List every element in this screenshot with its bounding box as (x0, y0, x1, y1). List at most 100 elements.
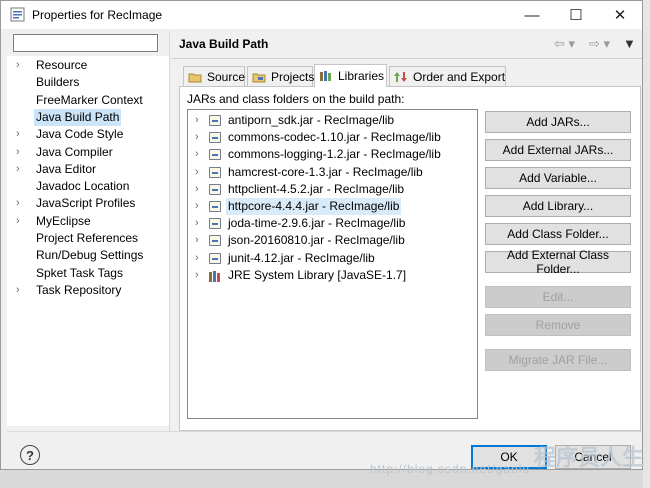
library-entry[interactable]: › commons-codec-1.10.jar - RecImage/lib (189, 129, 476, 146)
add-variable-button[interactable]: Add Variable... (485, 167, 631, 189)
nav-item[interactable]: › Java Editor (7, 161, 167, 178)
tab-libraries[interactable]: Libraries (314, 64, 387, 87)
jar-file-icon (209, 235, 221, 246)
menu-chevron-down-icon[interactable]: ▼ (623, 36, 636, 51)
nav-item[interactable]: Javadoc Location (7, 178, 167, 195)
chevron-right-icon[interactable]: › (195, 112, 199, 129)
add-library-button[interactable]: Add Library... (485, 195, 631, 217)
tab-source[interactable]: Source (183, 66, 245, 86)
nav-item-label: Java Compiler (36, 145, 113, 159)
nav-divider (169, 31, 170, 431)
nav-item[interactable]: › MyEclipse (7, 213, 167, 230)
library-entry[interactable]: › commons-logging-1.2.jar - RecImage/lib (189, 146, 476, 163)
nav-item[interactable]: › Task Repository (7, 282, 167, 299)
minimize-button[interactable]: — (510, 1, 554, 29)
library-entry[interactable]: › json-20160810.jar - RecImage/lib (189, 232, 476, 249)
filter-input[interactable] (13, 34, 158, 52)
jar-file-icon (209, 218, 221, 229)
nav-item[interactable]: Builders (7, 74, 167, 91)
jar-file-icon (209, 167, 221, 178)
nav-item-label: Java Code Style (36, 127, 124, 141)
nav-item[interactable]: › JavaScript Profiles (7, 195, 167, 212)
nav-item[interactable]: Spket Task Tags (7, 265, 167, 282)
maximize-icon: ☐ (569, 7, 583, 24)
chevron-right-icon[interactable]: › (195, 215, 199, 232)
library-entry-label: junit-4.12.jar - RecImage/lib (228, 251, 375, 265)
nav-item-label: Java Build Path (34, 109, 122, 126)
chevron-right-icon[interactable]: › (195, 267, 199, 284)
remove-button[interactable]: Remove (485, 314, 631, 336)
chevron-right-icon[interactable]: › (195, 232, 199, 249)
help-icon[interactable]: ? (20, 445, 40, 465)
footer-separator (7, 431, 642, 432)
source-folder-icon (188, 71, 202, 83)
background-window-edge (643, 0, 650, 488)
library-entry-label: httpcore-4.4.4.jar - RecImage/lib (226, 198, 402, 215)
watermark-site: 程序员人生 (534, 445, 645, 470)
tab-label: Libraries (338, 69, 385, 83)
chevron-right-icon[interactable]: › (16, 126, 26, 143)
nav-item[interactable]: Run/Debug Settings (7, 247, 167, 264)
library-entry[interactable]: › JRE System Library [JavaSE-1.7] (189, 267, 476, 284)
add-jars-button[interactable]: Add JARs... (485, 111, 631, 133)
title-bar: Properties for RecImage — ☐ ✕ (1, 1, 642, 29)
nav-item[interactable]: Java Build Path (7, 109, 167, 126)
back-icon[interactable]: ⇦ ▾ (554, 36, 575, 52)
library-tree[interactable]: › antiporn_sdk.jar - RecImage/lib › commons… (187, 109, 478, 419)
nav-item-label: Javadoc Location (36, 179, 130, 193)
nav-item-label: Project References (36, 231, 139, 245)
nav-item[interactable]: › Java Compiler (7, 144, 167, 161)
window-title: Properties for RecImage (32, 8, 163, 22)
jar-file-icon (209, 132, 221, 143)
jars-caption: JARs and class folders on the build path… (187, 92, 405, 106)
library-entry-label: joda-time-2.9.6.jar - RecImage/lib (228, 216, 406, 230)
library-entry[interactable]: › hamcrest-core-1.3.jar - RecImage/lib (189, 164, 476, 181)
edit-button[interactable]: Edit... (485, 286, 631, 308)
migrate-jar-button[interactable]: Migrate JAR File... (485, 349, 631, 371)
nav-item[interactable]: FreeMarker Context (7, 92, 167, 109)
chevron-right-icon[interactable]: › (195, 164, 199, 181)
library-entry[interactable]: › antiporn_sdk.jar - RecImage/lib (189, 112, 476, 129)
chevron-right-icon[interactable]: › (195, 129, 199, 146)
tab-order-and-export[interactable]: Order and Export (389, 66, 506, 86)
add-class-folder-button[interactable]: Add Class Folder... (485, 223, 631, 245)
library-entry[interactable]: › junit-4.12.jar - RecImage/lib (189, 250, 476, 267)
tab-projects[interactable]: Projects (247, 66, 314, 86)
libraries-icon (319, 70, 333, 82)
chevron-right-icon[interactable]: › (195, 146, 199, 163)
nav-item[interactable]: › Resource (7, 57, 167, 74)
add-external-jars-button[interactable]: Add External JARs... (485, 139, 631, 161)
header-separator (171, 58, 642, 59)
chevron-right-icon[interactable]: › (16, 195, 26, 212)
nav-item-label: Resource (36, 58, 88, 72)
chevron-right-icon[interactable]: › (195, 250, 199, 267)
chevron-right-icon[interactable]: › (195, 181, 199, 198)
close-button[interactable]: ✕ (598, 1, 642, 29)
forward-icon[interactable]: ⇨ ▾ (589, 36, 610, 52)
library-entry-label: commons-codec-1.10.jar - RecImage/lib (228, 130, 441, 144)
close-icon: ✕ (613, 7, 627, 24)
chevron-right-icon[interactable]: › (195, 198, 199, 215)
jar-file-icon (209, 253, 221, 264)
add-external-class-folder-button[interactable]: Add External Class Folder... (485, 248, 631, 276)
library-entry[interactable]: › httpclient-4.5.2.jar - RecImage/lib (189, 181, 476, 198)
nav-item[interactable]: › Java Code Style (7, 126, 167, 143)
order-export-icon (394, 71, 408, 83)
chevron-right-icon[interactable]: › (16, 282, 26, 299)
watermark-url: http://blog.csdn.net/gaolu (370, 462, 531, 476)
chevron-right-icon[interactable]: › (16, 213, 26, 230)
nav-item-label: Builders (36, 75, 80, 89)
tab-label: Order and Export (413, 69, 506, 84)
properties-icon (10, 7, 25, 22)
library-entry[interactable]: › httpcore-4.4.4.jar - RecImage/lib (189, 198, 476, 215)
jar-file-icon (209, 115, 221, 126)
library-entry[interactable]: › joda-time-2.9.6.jar - RecImage/lib (189, 215, 476, 232)
chevron-right-icon[interactable]: › (16, 144, 26, 161)
nav-item[interactable]: Project References (7, 230, 167, 247)
chevron-right-icon[interactable]: › (16, 57, 26, 74)
chevron-right-icon[interactable]: › (16, 161, 26, 178)
projects-icon (252, 71, 266, 83)
maximize-button[interactable]: ☐ (554, 1, 598, 29)
properties-dialog: Properties for RecImage — ☐ ✕ › Resource B… (0, 0, 643, 470)
tab-label: Source (207, 69, 246, 84)
